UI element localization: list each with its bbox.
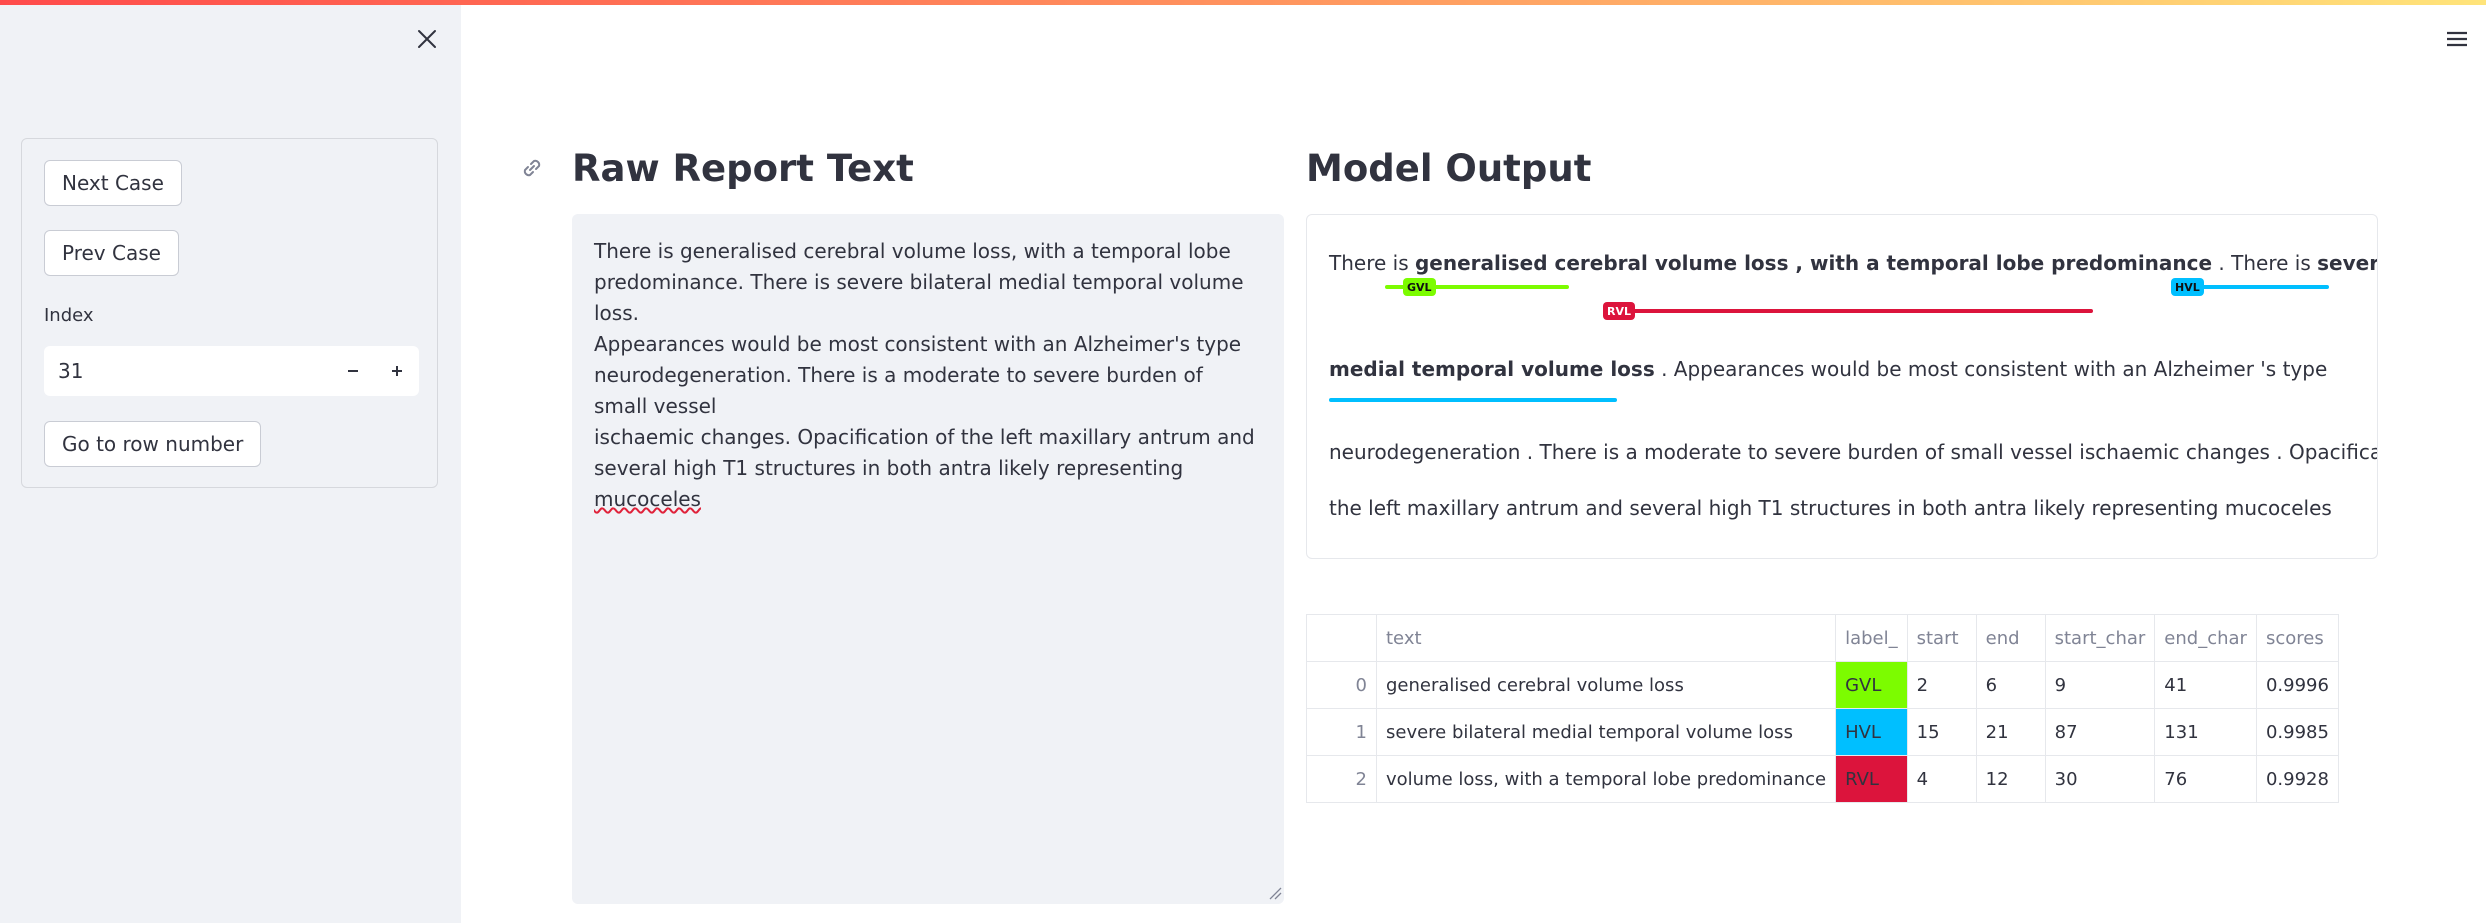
- output-line-3: neurodegeneration . There is a moderate …: [1329, 440, 2378, 464]
- resize-icon[interactable]: [1268, 886, 1282, 900]
- close-icon: [418, 30, 436, 48]
- header-end[interactable]: end: [1975, 614, 2046, 662]
- cell-score[interactable]: 0.9928: [2255, 755, 2339, 803]
- cell-end[interactable]: 12: [1975, 755, 2046, 803]
- cell-start-char[interactable]: 9: [2044, 661, 2156, 709]
- minus-icon: [348, 370, 358, 372]
- cell-score[interactable]: 0.9985: [2255, 708, 2339, 756]
- entity-hvl-span-end: medial temporal volume loss: [1329, 357, 1655, 381]
- navigation-form: Next Case Prev Case Index 31 Go to row n…: [21, 138, 438, 488]
- raw-report-textarea[interactable]: There is generalised cerebral volume los…: [572, 214, 1284, 904]
- close-sidebar-button[interactable]: [410, 22, 444, 56]
- row-index: 0: [1306, 661, 1377, 709]
- cell-text[interactable]: generalised cerebral volume loss: [1375, 661, 1837, 709]
- main-menu-button[interactable]: [2440, 22, 2474, 56]
- decrement-button[interactable]: [331, 346, 375, 396]
- raw-line: Appearances would be most consistent wit…: [594, 332, 1242, 356]
- cell-label[interactable]: HVL: [1835, 708, 1908, 756]
- hvl-tag: HVL: [2171, 278, 2204, 296]
- rvl-underline: [1607, 309, 2093, 313]
- output-line-2: medial temporal volume loss . Appearance…: [1329, 357, 2327, 381]
- output-line-4: the left maxillary antrum and several hi…: [1329, 496, 2332, 520]
- raw-line-text: several high T1 structures in both antra…: [594, 456, 1184, 480]
- link-icon[interactable]: [518, 154, 546, 182]
- cell-end-char[interactable]: 41: [2154, 661, 2257, 709]
- raw-line: There is generalised cerebral volume los…: [594, 239, 1231, 263]
- top-decoration-bar: [0, 0, 2486, 5]
- table-row[interactable]: 0 generalised cerebral volume loss GVL 2…: [1306, 661, 2339, 709]
- menu-icon: [2447, 31, 2467, 47]
- cell-start-char[interactable]: 87: [2044, 708, 2156, 756]
- entity-gvl-span: generalised cerebral volume loss , with …: [1414, 251, 2213, 275]
- header-start[interactable]: start: [1906, 614, 1977, 662]
- header-scores[interactable]: scores: [2255, 614, 2339, 662]
- go-to-row-button[interactable]: Go to row number: [44, 421, 262, 467]
- output-line-1: There is generalised cerebral volume los…: [1329, 251, 2377, 275]
- table-row[interactable]: 1 severe bilateral medial temporal volum…: [1306, 708, 2339, 756]
- raw-line: several high T1 structures in both antra…: [594, 453, 1262, 515]
- row-index: 1: [1306, 708, 1377, 756]
- table-row[interactable]: 2 volume loss, with a temporal lobe pred…: [1306, 755, 2339, 803]
- prev-case-button[interactable]: Prev Case: [44, 230, 179, 276]
- entity-hvl-span-start: severe bilateral: [2317, 251, 2377, 275]
- cell-start[interactable]: 2: [1906, 661, 1977, 709]
- misspelled-word: mucoceles: [594, 487, 701, 511]
- cell-start[interactable]: 4: [1906, 755, 1977, 803]
- row-index: 2: [1306, 755, 1377, 803]
- output-text: . There is: [2212, 251, 2318, 275]
- plus-icon: [392, 366, 402, 376]
- model-output-panel: There is generalised cerebral volume los…: [1306, 214, 2378, 559]
- hvl-underline-continued: [1329, 398, 1617, 402]
- cell-end-char[interactable]: 76: [2154, 755, 2257, 803]
- next-case-button[interactable]: Next Case: [44, 160, 182, 206]
- cell-label[interactable]: RVL: [1835, 755, 1908, 803]
- cell-end[interactable]: 21: [1975, 708, 2046, 756]
- index-value[interactable]: 31: [44, 359, 331, 383]
- cell-text[interactable]: volume loss, with a temporal lobe predom…: [1375, 755, 1837, 803]
- cell-end-char[interactable]: 131: [2154, 708, 2257, 756]
- model-output-heading: Model Output: [1306, 147, 1592, 190]
- cell-end[interactable]: 6: [1975, 661, 2046, 709]
- index-input[interactable]: 31: [44, 346, 419, 396]
- header-index: [1306, 614, 1377, 662]
- table-header-row: text label_ start end start_char end_cha…: [1306, 614, 2339, 662]
- header-end-char[interactable]: end_char: [2154, 614, 2257, 662]
- raw-line: predominance. There is severe bilateral …: [594, 270, 1244, 325]
- cell-label[interactable]: GVL: [1835, 661, 1908, 709]
- raw-report-heading: Raw Report Text: [572, 147, 914, 190]
- header-start-char[interactable]: start_char: [2044, 614, 2156, 662]
- sidebar: Next Case Prev Case Index 31 Go to row n…: [0, 0, 461, 923]
- header-text[interactable]: text: [1375, 614, 1837, 662]
- gvl-tag: GVL: [1403, 278, 1436, 296]
- cell-start[interactable]: 15: [1906, 708, 1977, 756]
- output-text: . Appearances would be most consistent w…: [1654, 357, 2328, 381]
- output-text: There is: [1329, 251, 1415, 275]
- raw-line: ischaemic changes. Opacification of the …: [594, 425, 1255, 449]
- raw-line: neurodegeneration. There is a moderate t…: [594, 363, 1203, 418]
- increment-button[interactable]: [375, 346, 419, 396]
- cell-score[interactable]: 0.9996: [2255, 661, 2339, 709]
- rvl-tag: RVL: [1603, 302, 1635, 320]
- index-label: Index: [44, 305, 94, 326]
- cell-text[interactable]: severe bilateral medial temporal volume …: [1375, 708, 1837, 756]
- cell-start-char[interactable]: 30: [2044, 755, 2156, 803]
- header-label[interactable]: label_: [1835, 614, 1908, 662]
- entities-table[interactable]: text label_ start end start_char end_cha…: [1306, 614, 2339, 803]
